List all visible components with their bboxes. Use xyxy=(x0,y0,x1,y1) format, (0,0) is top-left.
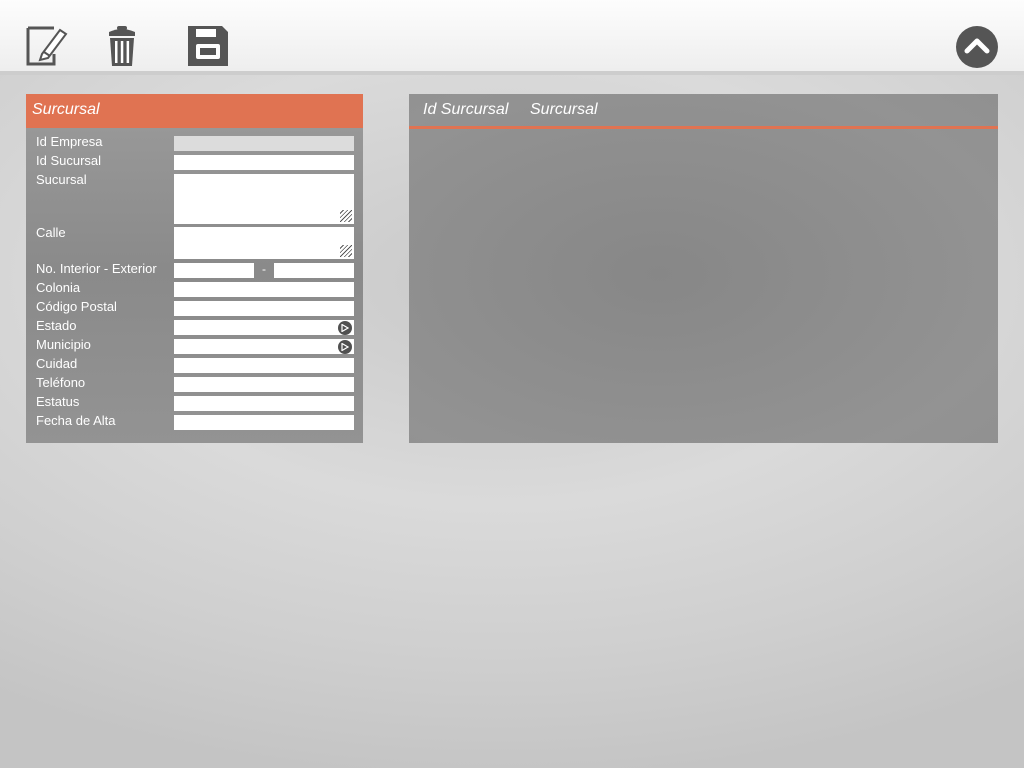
label-sucursal: Sucursal xyxy=(36,172,87,187)
label-telefono: Teléfono xyxy=(36,375,86,390)
label-no-int-ext: No. Interior - Exterior xyxy=(36,261,157,276)
fecha-alta-field[interactable] xyxy=(174,415,354,430)
floppy-icon[interactable] xyxy=(186,24,230,68)
trash-icon[interactable] xyxy=(101,24,145,68)
label-cuidad: Cuidad xyxy=(36,356,78,371)
toolbar xyxy=(0,0,1024,71)
label-estado: Estado xyxy=(36,318,77,333)
cuidad-field[interactable] xyxy=(174,358,354,373)
estatus-field[interactable] xyxy=(174,396,354,411)
edit-icon[interactable] xyxy=(24,24,68,68)
telefono-field[interactable] xyxy=(174,377,354,392)
grid-header: Id Surcursal Surcursal xyxy=(409,94,998,129)
codigo-postal-field[interactable] xyxy=(174,301,354,316)
form-panel: Surcursal Id Empresa Id Sucursal Sucursa… xyxy=(26,94,363,443)
play-icon[interactable] xyxy=(338,340,352,354)
list-panel: Id Surcursal Surcursal xyxy=(409,94,998,443)
form-title: Surcursal xyxy=(26,94,363,128)
calle-textarea[interactable] xyxy=(174,227,354,259)
label-colonia: Colonia xyxy=(36,280,81,295)
label-id-empresa: Id Empresa xyxy=(36,134,103,149)
grid-body xyxy=(409,129,998,443)
toolbar-divider xyxy=(0,71,1024,75)
label-calle: Calle xyxy=(36,225,66,240)
municipio-select[interactable] xyxy=(174,339,354,354)
sucursal-textarea[interactable] xyxy=(174,174,354,224)
no-interior-field[interactable] xyxy=(174,263,254,278)
estado-select[interactable] xyxy=(174,320,354,335)
column-surcursal[interactable]: Surcursal xyxy=(530,94,598,126)
label-fecha-alta: Fecha de Alta xyxy=(36,413,116,428)
play-icon[interactable] xyxy=(338,321,352,335)
id-sucursal-field[interactable] xyxy=(174,155,354,170)
id-empresa-field xyxy=(174,136,354,151)
resize-handle[interactable] xyxy=(340,245,352,257)
label-estatus: Estatus xyxy=(36,394,80,409)
label-municipio: Municipio xyxy=(36,337,91,352)
label-codigo-postal: Código Postal xyxy=(36,299,117,314)
colonia-field[interactable] xyxy=(174,282,354,297)
resize-handle[interactable] xyxy=(340,210,352,222)
separator-dash: - xyxy=(262,262,266,276)
label-id-sucursal: Id Sucursal xyxy=(36,153,102,168)
column-id-surcursal[interactable]: Id Surcursal xyxy=(423,94,508,126)
chevron-up-icon[interactable] xyxy=(956,26,998,68)
no-exterior-field[interactable] xyxy=(274,263,354,278)
